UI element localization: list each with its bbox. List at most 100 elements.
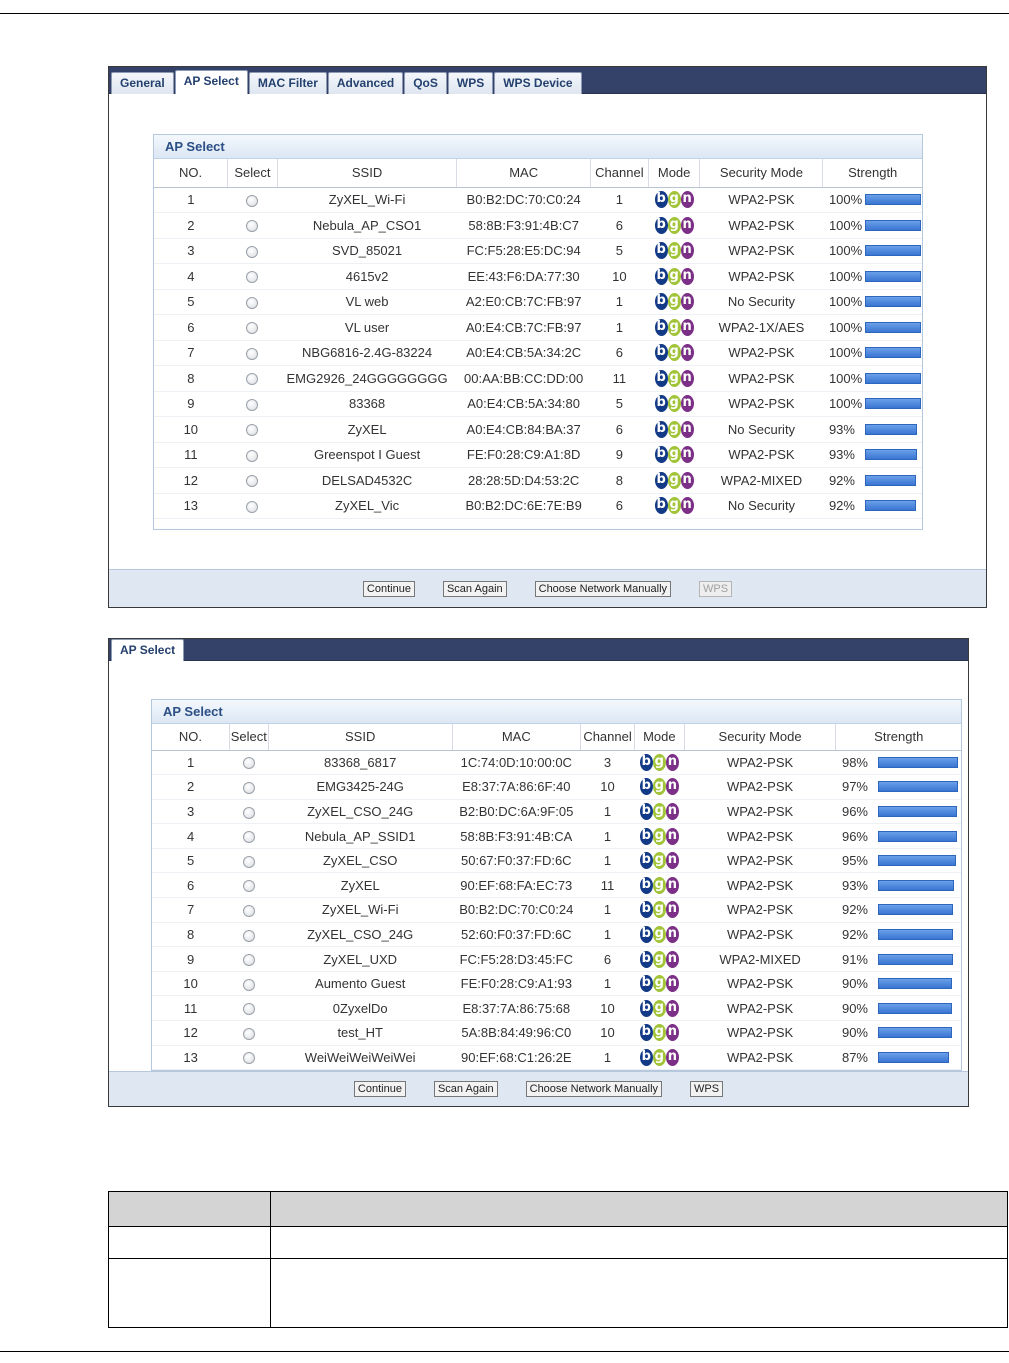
select-cell	[227, 416, 278, 443]
strength-cell: 100%	[822, 391, 922, 417]
table-row[interactable]: 8 EMG2926_24GGGGGGGG 00:AA:BB:CC:DD:00 11 b g…	[154, 365, 922, 392]
ssid: SVD_85021	[277, 238, 457, 264]
select-radio[interactable]	[246, 271, 259, 284]
table-row[interactable]: 12 DELSAD4532C 28:28:5D:D4:53:2C 8 b g n WPA2-M…	[154, 467, 922, 494]
mode-cell: bgn	[648, 238, 700, 264]
column-header-no[interactable]: NO.	[152, 724, 230, 751]
strength-cell: 91%	[835, 946, 961, 972]
table-row[interactable]: 7 ZyXEL_Wi-Fi B0:B2:DC:70:C0:24 1 b g n WPA2-PS…	[152, 897, 961, 923]
tab-mac-filter[interactable]: MAC Filter	[248, 72, 327, 94]
select-radio[interactable]	[246, 322, 259, 335]
table-row[interactable]: 4 4615v2 EE:43:F6:DA:77:30 10 b g n WPA2-PSK 100…	[154, 263, 922, 290]
continue-button[interactable]: Continue	[353, 1081, 406, 1097]
select-radio[interactable]	[246, 245, 259, 258]
scan-again-button[interactable]: Scan Again	[442, 580, 507, 597]
column-header-select[interactable]: Select	[227, 159, 278, 188]
scan-again-button[interactable]: Scan Again	[433, 1081, 498, 1097]
table-row[interactable]: 5 VL web A2:E0:CB:7C:FB:97 1 b g n No Security 1…	[154, 289, 922, 315]
select-radio[interactable]	[246, 194, 259, 207]
tab-qos[interactable]: QoS	[404, 72, 447, 94]
select-radio[interactable]	[242, 757, 255, 770]
column-header-security-mode[interactable]: Security Mode	[684, 724, 837, 751]
table-row[interactable]: 5 ZyXEL_CSO 50:67:F0:37:FD:6C 1 b g n WPA2-PSK 9…	[152, 848, 961, 874]
column-header-mode[interactable]: Mode	[648, 159, 701, 188]
tab-ap-select[interactable]: AP Select	[174, 70, 248, 94]
tab-general[interactable]: General	[111, 72, 174, 94]
table-row[interactable]: 3 ZyXEL_CSO_24G B2:B0:DC:6A:9F:05 1 b g n WPA2-…	[152, 799, 961, 825]
select-radio[interactable]	[242, 806, 255, 819]
select-radio[interactable]	[242, 929, 255, 942]
mode-n-icon: n	[680, 369, 694, 387]
table-row[interactable]: 13 ZyXEL_Vic B0:B2:DC:6E:7E:B9 6 b g n No Secur…	[154, 493, 922, 519]
table-row[interactable]: 8 ZyXEL_CSO_24G 52:60:F0:37:FD:6C 1 b g n WPA2-…	[152, 922, 961, 948]
table-row[interactable]: 12 test_HT 5A:8B:84:49:96:C0 10 b g n WPA2-PSK 9…	[152, 1020, 961, 1046]
table-row[interactable]: 4 Nebula_AP_SSID1 58:8B:F3:91:4B:CA 1 b g n WPA…	[152, 823, 961, 849]
table-row[interactable]: 10 Aumento Guest FE:F0:28:C9:A1:93 1 b g n WPA2…	[152, 971, 961, 997]
select-radio[interactable]	[242, 831, 255, 844]
select-radio[interactable]	[242, 1052, 255, 1065]
select-radio[interactable]	[242, 1003, 255, 1016]
tab-ap-select[interactable]: AP Select	[111, 639, 185, 661]
table-row[interactable]: 10 ZyXEL A0:E4:CB:84:BA:37 6 b g n No Security 9…	[154, 416, 922, 443]
select-radio[interactable]	[246, 475, 259, 488]
table-row[interactable]: 11 Greenspot I Guest FE:F0:28:C9:A1:8D 9 b g n…	[154, 442, 922, 468]
continue-button[interactable]: Continue	[362, 580, 415, 597]
table-row[interactable]: 2 EMG3425-24G E8:37:7A:86:6F:40 10 b g n WPA2-P…	[152, 774, 961, 800]
select-radio[interactable]	[246, 220, 259, 233]
choose-network-manually-button[interactable]: Choose Network Manually	[534, 580, 672, 597]
choose-network-manually-button[interactable]: Choose Network Manually	[525, 1081, 663, 1097]
select-radio[interactable]	[242, 781, 255, 794]
select-radio[interactable]	[246, 500, 259, 513]
table-row[interactable]: 13 WeiWeiWeiWeiWei 90:EF:68:C1:26:2E 1 b g n WP…	[152, 1045, 961, 1070]
column-header-ssid[interactable]: SSID	[277, 159, 458, 188]
column-header-ssid[interactable]: SSID	[268, 724, 453, 751]
table-row[interactable]: 1 ZyXEL_Wi-Fi B0:B2:DC:70:C0:24 1 b g n WPA2-PS…	[154, 187, 922, 213]
select-radio[interactable]	[242, 855, 255, 868]
table-row[interactable]: 6 VL user A0:E4:CB:7C:FB:97 1 b g n WPA2-1X/AES…	[154, 314, 922, 341]
table-row[interactable]: 1 83368_6817 1C:74:0D:10:00:0C 3 b g n WPA2-PSK…	[152, 750, 961, 776]
column-header-mac[interactable]: MAC	[456, 159, 591, 188]
select-radio[interactable]	[242, 1027, 255, 1040]
tab-advanced[interactable]: Advanced	[327, 72, 404, 94]
wps-button[interactable]: WPS	[690, 1081, 724, 1097]
select-radio[interactable]	[246, 398, 259, 411]
select-radio[interactable]	[246, 347, 259, 360]
mode-b-icon: b	[639, 852, 653, 870]
column-header-channel[interactable]: Channel	[580, 724, 635, 751]
table-row[interactable]: 3 SVD_85021 FC:F5:28:E5:DC:94 5 b g n WPA2-PSK 1…	[154, 238, 922, 264]
select-radio[interactable]	[242, 880, 255, 893]
column-header-no[interactable]: NO.	[154, 159, 229, 188]
table-row[interactable]: 11 0ZyxelDo E8:37:7A:86:75:68 10 b g n WPA2-PSK…	[152, 995, 961, 1022]
column-header-mac[interactable]: MAC	[452, 724, 582, 751]
table-row[interactable]: 6 ZyXEL 90:EF:68:FA:EC:73 11 b g n WPA2-PSK 93%	[152, 872, 961, 899]
select-radio[interactable]	[246, 296, 259, 309]
ssid: ZyXEL_CSO	[268, 848, 452, 874]
mode-cell: bgn	[634, 971, 685, 997]
mode-n-icon: n	[665, 901, 679, 919]
column-header-select[interactable]: Select	[229, 724, 269, 751]
tab-wps[interactable]: WPS	[447, 72, 494, 94]
select-radio[interactable]	[242, 904, 255, 917]
strength-bar	[877, 879, 955, 891]
mode-icons: bgn	[654, 471, 694, 489]
select-cell	[227, 467, 278, 494]
column-header-mode[interactable]: Mode	[634, 724, 685, 751]
column-header-strength[interactable]: Strength	[822, 159, 922, 188]
select-radio[interactable]	[246, 449, 259, 462]
table-row[interactable]: 9 83368 A0:E4:CB:5A:34:80 5 b g n WPA2-PSK 100%	[154, 391, 922, 417]
wps-button[interactable]: WPS	[699, 580, 733, 597]
select-radio[interactable]	[246, 373, 259, 386]
ssid: VL web	[277, 289, 457, 315]
table-row[interactable]: 7 NBG6816-2.4G-83224 A0:E4:CB:5A:34:2C 6 b g n…	[154, 340, 922, 366]
column-header-security-mode[interactable]: Security Mode	[699, 159, 824, 188]
column-header-channel[interactable]: Channel	[590, 159, 649, 188]
row-number: 3	[154, 238, 228, 264]
select-radio[interactable]	[242, 954, 255, 967]
table-row[interactable]: 9 ZyXEL_UXD FC:F5:28:D3:45:FC 6 b g n WPA2-MIXE…	[152, 946, 961, 972]
tab-wps-device[interactable]: WPS Device	[494, 72, 582, 94]
select-radio[interactable]	[246, 424, 259, 437]
column-header-strength[interactable]: Strength	[835, 724, 961, 751]
table-row[interactable]: 2 Nebula_AP_CSO1 58:8B:F3:91:4B:C7 6 b g n WPA2…	[154, 212, 922, 239]
mode-b-icon: b	[639, 1024, 653, 1042]
select-radio[interactable]	[242, 978, 255, 991]
